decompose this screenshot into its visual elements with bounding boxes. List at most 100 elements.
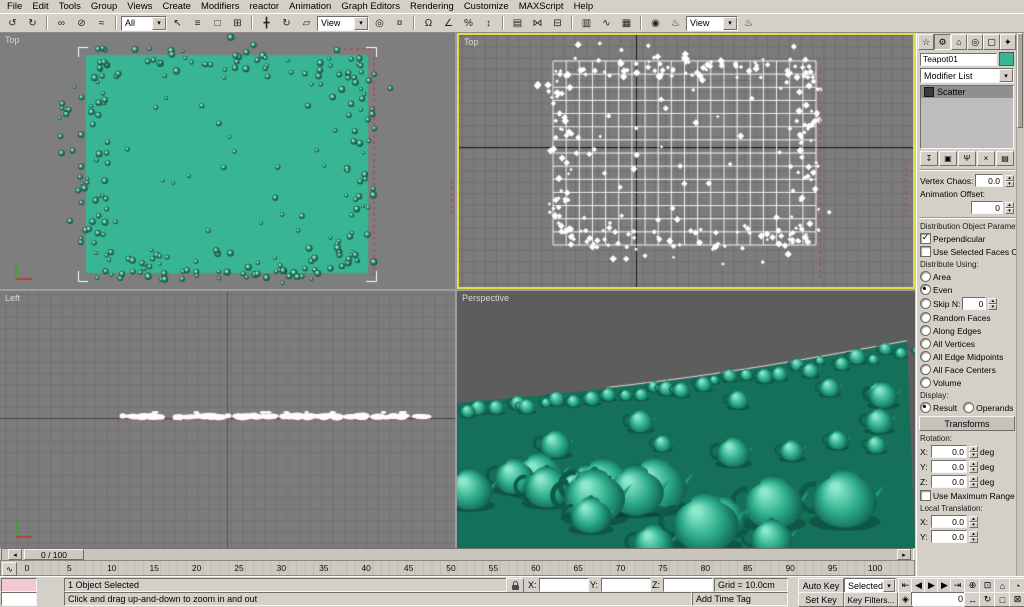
- animation-offset-field[interactable]: 0: [971, 201, 1003, 214]
- menu-maxscript[interactable]: MAXScript: [514, 0, 569, 13]
- local-translation-x-field[interactable]: 0.0: [931, 515, 967, 528]
- viewport-label-left[interactable]: Left: [5, 293, 20, 303]
- perpendicular-checkbox[interactable]: ✓ Perpendicular: [920, 233, 1014, 244]
- local-translation-y-spinner[interactable]: ▴ ▾: [969, 530, 978, 543]
- rotation-x-field[interactable]: 0.0: [931, 445, 967, 458]
- quick-render-button[interactable]: ♨: [739, 14, 758, 32]
- skip-n-field[interactable]: 0: [962, 297, 987, 310]
- display-option-operands[interactable]: Operands: [976, 403, 1013, 413]
- coordinate-x-field[interactable]: [539, 578, 589, 592]
- undo-button[interactable]: ↺: [3, 14, 22, 32]
- spinner-down-icon[interactable]: ▾: [1005, 180, 1014, 187]
- object-color-swatch[interactable]: [999, 52, 1014, 66]
- viewport-label-top-active[interactable]: Top: [464, 37, 479, 47]
- reference-coordinate-dropdown[interactable]: View ▾: [317, 15, 369, 31]
- time-slider-right-arrow[interactable]: ▸: [897, 549, 911, 560]
- distribute-option-all-vertices[interactable]: All Vertices: [920, 338, 1014, 349]
- track-bar[interactable]: ∿ 0 5 10 15 20 25 30 35 40 45 50 55 60 65 70 75 80 85 90 95…: [0, 560, 915, 576]
- menu-edit[interactable]: Edit: [27, 0, 53, 13]
- selection-lock-toggle[interactable]: [506, 578, 524, 593]
- viewport-left[interactable]: Left: [0, 291, 455, 548]
- current-frame-field[interactable]: 0: [911, 592, 967, 606]
- align-button[interactable]: ⊟: [548, 14, 567, 32]
- use-maximum-range-checkbox[interactable]: Use Maximum Range: [920, 490, 1015, 501]
- show-end-result-button[interactable]: ▣: [939, 151, 957, 166]
- spinner-down-icon[interactable]: ▾: [988, 303, 998, 310]
- viewport-label-top[interactable]: Top: [5, 35, 20, 45]
- tab-modify[interactable]: ⚙: [934, 34, 951, 50]
- add-time-tag[interactable]: Add Time Tag: [692, 592, 788, 606]
- distribute-option-even[interactable]: Even: [920, 284, 1014, 295]
- trackbar-ruler[interactable]: 0 5 10 15 20 25 30 35 40 45 50 55 60 65 70 75 80 85 90 95 10…: [17, 561, 914, 575]
- object-name-field[interactable]: Teapot01: [920, 52, 997, 66]
- menu-animation[interactable]: Animation: [284, 0, 336, 13]
- time-slider-handle[interactable]: 0 / 100: [24, 549, 84, 560]
- curve-editor-button[interactable]: ∿: [597, 14, 616, 32]
- window-crossing-button[interactable]: ⊞: [228, 14, 247, 32]
- menu-graph-editors[interactable]: Graph Editors: [336, 0, 405, 13]
- rotation-z-spinner[interactable]: ▴ ▾: [969, 475, 978, 488]
- viewport-top-canvas[interactable]: [0, 33, 455, 289]
- set-key-button[interactable]: Set Key: [798, 592, 844, 607]
- rotation-x-spinner[interactable]: ▴ ▾: [969, 445, 978, 458]
- scrollbar-thumb[interactable]: [1017, 33, 1023, 128]
- distribute-option-along-edges[interactable]: Along Edges: [920, 325, 1014, 336]
- angle-snap-button[interactable]: ∠: [439, 14, 458, 32]
- viewport-top-wireframe-canvas[interactable]: [459, 35, 913, 287]
- menu-tools[interactable]: Tools: [54, 0, 86, 13]
- unlink-selection-button[interactable]: ⊘: [72, 14, 91, 32]
- skip-n-spinner[interactable]: ▴ ▾: [988, 297, 998, 310]
- time-slider-left-arrow[interactable]: ◂: [8, 549, 22, 560]
- select-and-manipulate-button[interactable]: ¤: [390, 14, 409, 32]
- modifier-stack-item-scatter[interactable]: Scatter: [921, 86, 1013, 98]
- menu-views[interactable]: Views: [122, 0, 157, 13]
- use-selected-faces-checkbox[interactable]: Use Selected Faces Only: [920, 246, 1017, 257]
- modifier-list-dropdown[interactable]: Modifier List ▾: [920, 68, 1014, 83]
- maxscript-mini-listener-field[interactable]: [1, 592, 37, 606]
- spinner-down-icon[interactable]: ▾: [969, 466, 978, 473]
- spinner-down-icon[interactable]: ▾: [1005, 207, 1014, 214]
- spinner-down-icon[interactable]: ▾: [969, 451, 978, 458]
- animation-offset-spinner[interactable]: ▴ ▾: [1005, 201, 1014, 214]
- tab-motion[interactable]: ◎: [966, 34, 984, 50]
- modifier-stack[interactable]: Scatter: [920, 85, 1014, 149]
- radio-selected-icon[interactable]: [920, 402, 931, 413]
- coordinate-z-field[interactable]: [663, 578, 713, 592]
- menu-file[interactable]: File: [2, 0, 27, 13]
- field-of-view-button[interactable]: ◔: [1009, 578, 1024, 593]
- spinner-snap-button[interactable]: ↕: [479, 14, 498, 32]
- viewport-top-right-active[interactable]: Top: [457, 33, 915, 289]
- vertex-chaos-field[interactable]: 0.0: [975, 174, 1003, 187]
- bind-to-space-warp-button[interactable]: ≈: [92, 14, 111, 32]
- distribute-option-all-face-centers[interactable]: All Face Centers: [920, 364, 1014, 375]
- spinner-down-icon[interactable]: ▾: [969, 536, 978, 543]
- selection-filter-dropdown[interactable]: All ▾: [121, 15, 167, 31]
- menu-create[interactable]: Create: [157, 0, 196, 13]
- use-center-button[interactable]: ◎: [370, 14, 389, 32]
- schematic-view-button[interactable]: ▦: [617, 14, 636, 32]
- spinner-down-icon[interactable]: ▾: [969, 521, 978, 528]
- viewport-label-perspective[interactable]: Perspective: [462, 293, 509, 303]
- snaps-toggle-button[interactable]: Ω: [419, 14, 438, 32]
- maxscript-macro-recorder-field[interactable]: [1, 578, 37, 592]
- viewport-perspective-canvas[interactable]: [457, 291, 915, 548]
- select-and-link-button[interactable]: ∞: [52, 14, 71, 32]
- redo-button[interactable]: ↻: [23, 14, 42, 32]
- menu-rendering[interactable]: Rendering: [405, 0, 459, 13]
- material-editor-button[interactable]: ◉: [646, 14, 665, 32]
- selection-region-button[interactable]: □: [208, 14, 227, 32]
- open-mini-curve-editor-button[interactable]: ∿: [2, 562, 17, 576]
- tab-display[interactable]: ▢: [983, 34, 1000, 50]
- select-and-scale-button[interactable]: ▱: [297, 14, 316, 32]
- named-selection-sets-button[interactable]: ▤: [508, 14, 527, 32]
- configure-modifier-sets-button[interactable]: ▤: [996, 151, 1014, 166]
- layer-manager-button[interactable]: ▥: [577, 14, 596, 32]
- pin-stack-button[interactable]: ↧: [920, 151, 938, 166]
- menu-customize[interactable]: Customize: [459, 0, 514, 13]
- menu-help[interactable]: Help: [569, 0, 599, 13]
- radio-icon[interactable]: [963, 402, 975, 413]
- min-max-toggle-button[interactable]: ⊠: [1009, 592, 1024, 607]
- select-and-move-button[interactable]: ╋: [257, 14, 276, 32]
- render-type-dropdown[interactable]: View ▾: [686, 15, 738, 31]
- vertex-chaos-spinner[interactable]: ▴ ▾: [1005, 174, 1014, 187]
